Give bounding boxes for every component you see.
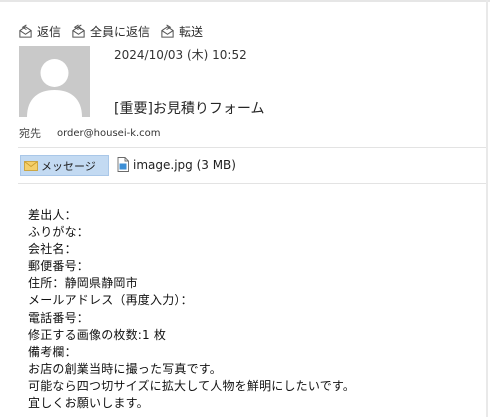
body-line: お店の創業当時に撮った写真です。 <box>28 361 223 376</box>
body-line: 修正する画像の枚数:1 枚 <box>28 327 167 342</box>
body-line: メールアドレス（再度入力）： <box>28 293 193 308</box>
reply-icon <box>19 24 32 38</box>
message-subject: [重要]お見積りフォーム <box>114 101 265 117</box>
sent-date: 2024/10/03 (木) 10:52 <box>114 48 247 62</box>
reply-button[interactable]: 返信 <box>18 23 61 40</box>
body-line: 可能なら四つ切サイズに拡大して人物を鮮明にしたいです。 <box>28 378 356 393</box>
attachment-message-tab[interactable]: メッセージ <box>20 155 109 176</box>
attachment-divider <box>18 183 486 184</box>
header-divider <box>18 147 486 148</box>
body-line: 備考欄： <box>28 344 77 359</box>
right-border <box>486 0 488 417</box>
message-toolbar: 返信 全員に返信 転送 <box>18 21 213 41</box>
body-line: 住所：静岡県静岡市 <box>28 276 138 291</box>
forward-icon <box>161 24 174 38</box>
email-reading-pane: 返信 全員に返信 転送 2024/10/03 (木) 10:52 [重要]お見積… <box>0 0 490 417</box>
recipient-row: 宛先 order@housei-k.com <box>19 125 161 141</box>
attachment-file-name: image.jpg (3 MB) <box>133 157 236 172</box>
attachment-message-label: メッセージ <box>41 159 96 173</box>
reply-all-button[interactable]: 全員に返信 <box>71 23 150 40</box>
envelope-icon <box>24 160 38 171</box>
body-line: 会社名： <box>28 242 77 257</box>
body-line: 郵便番号： <box>28 259 90 274</box>
to-address[interactable]: order@housei-k.com <box>57 128 161 139</box>
person-silhouette-icon <box>27 59 82 117</box>
reply-label: 返信 <box>37 24 62 39</box>
reply-all-label: 全員に返信 <box>90 24 151 39</box>
body-line: 差出人： <box>28 208 77 222</box>
top-border <box>0 0 490 2</box>
sender-avatar <box>19 46 90 117</box>
message-body: 差出人： ふりがな： 会社名： 郵便番号： 住所：静岡県静岡市 メールアドレス（… <box>28 207 483 412</box>
forward-button[interactable]: 転送 <box>160 23 203 40</box>
attachment-image-file[interactable]: image.jpg (3 MB) <box>117 157 236 172</box>
reply-all-icon <box>72 24 85 38</box>
body-line: ふりがな： <box>28 225 90 240</box>
body-line: 電話番号： <box>28 310 90 325</box>
image-file-icon <box>117 157 129 172</box>
forward-label: 転送 <box>179 24 204 39</box>
body-line: 宜しくお願いします。 <box>28 396 149 411</box>
to-label: 宛先 <box>19 127 41 140</box>
